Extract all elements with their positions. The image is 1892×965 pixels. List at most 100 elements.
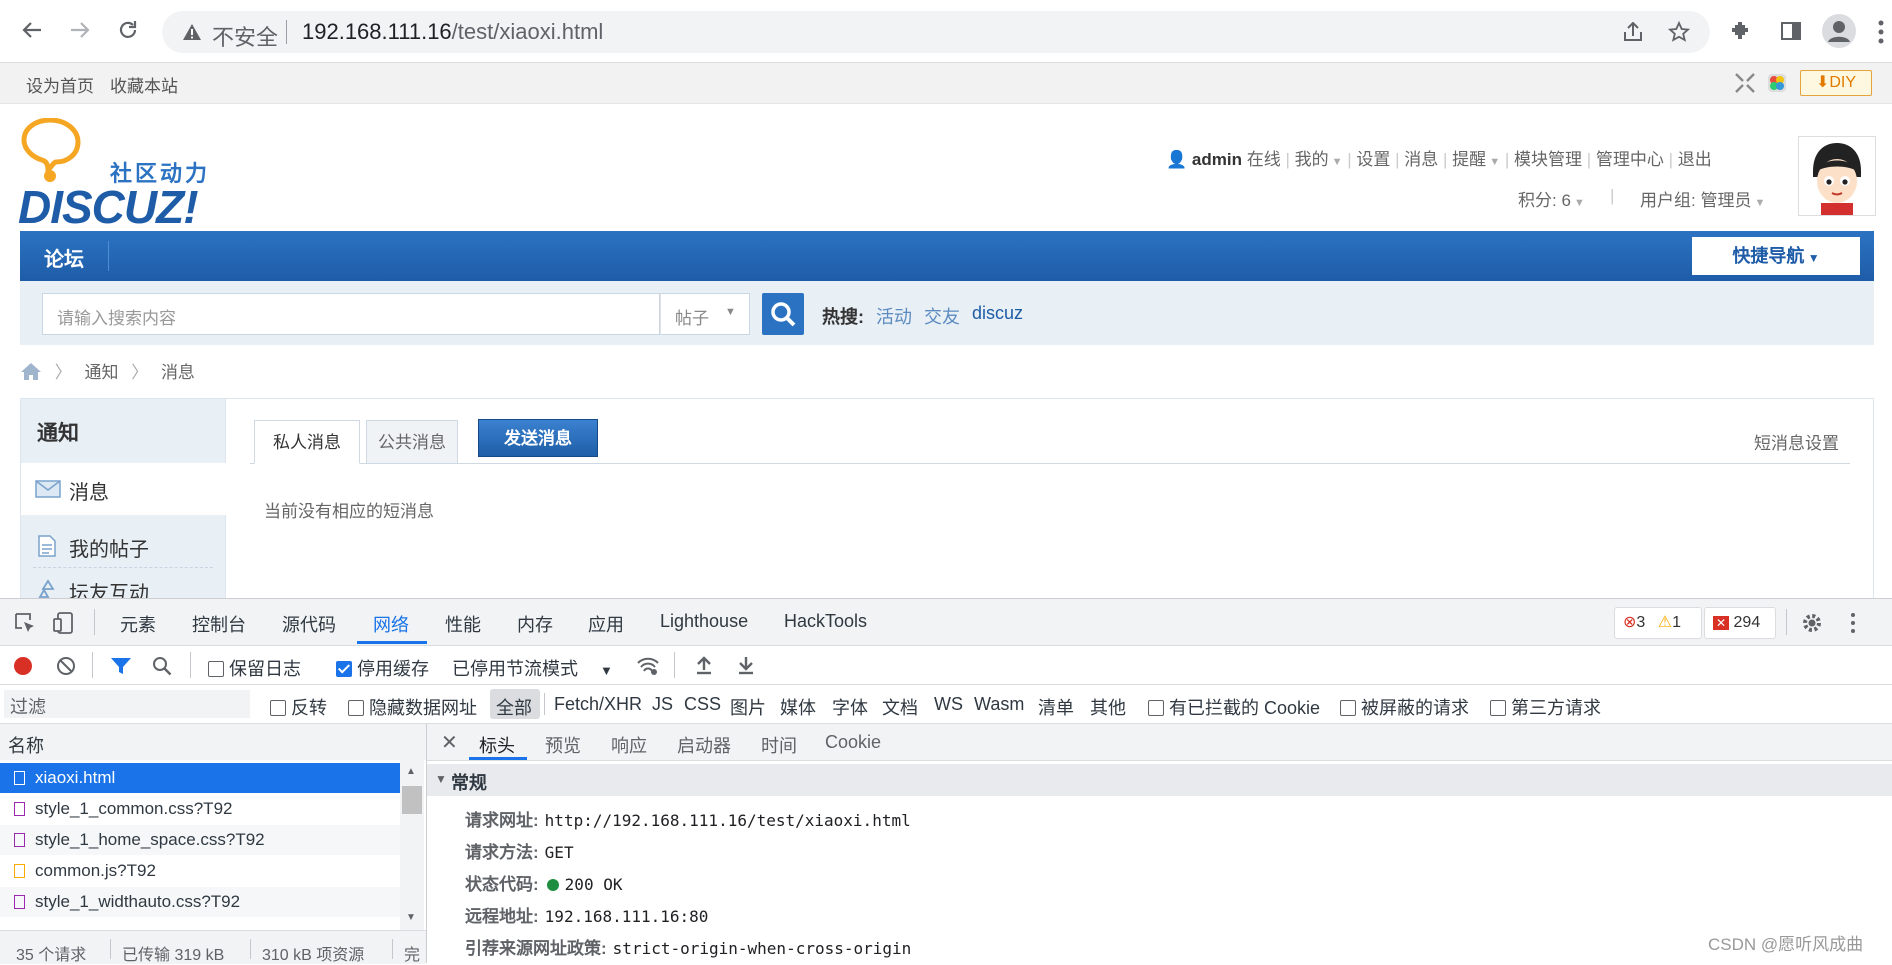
fullscreen-icon[interactable] xyxy=(1734,72,1756,94)
admin-center-link[interactable]: 管理中心 xyxy=(1596,150,1664,169)
extensions-icon[interactable] xyxy=(1730,20,1752,42)
third-party-checkbox[interactable]: 第三方请求 xyxy=(1490,694,1601,720)
more-vert-icon[interactable] xyxy=(1850,611,1856,635)
detail-tab-preview[interactable]: 预览 xyxy=(545,732,581,758)
tab-public-messages[interactable]: 公共消息 xyxy=(366,420,458,464)
sidepanel-icon[interactable] xyxy=(1780,20,1802,42)
request-row-selected[interactable]: xiaoxi.html xyxy=(0,763,400,793)
detail-tab-initiator[interactable]: 启动器 xyxy=(677,732,731,758)
send-message-button[interactable]: 发送消息 xyxy=(478,419,598,457)
type-filter-css[interactable]: CSS xyxy=(684,694,721,715)
blocked-requests-checkbox[interactable]: 被屏蔽的请求 xyxy=(1340,694,1469,720)
devtools-tab-elements[interactable]: 元素 xyxy=(120,611,156,637)
preserve-log-checkbox[interactable]: 保留日志 xyxy=(208,655,301,681)
detail-tab-response[interactable]: 响应 xyxy=(611,732,647,758)
messages-link[interactable]: 消息 xyxy=(1404,150,1438,169)
profile-avatar[interactable] xyxy=(1822,14,1856,48)
search-type-select[interactable]: 帖子 ▼ xyxy=(660,293,750,335)
set-home-link[interactable]: 设为首页 xyxy=(26,72,94,97)
close-icon[interactable]: ✕ xyxy=(441,730,458,755)
detail-tab-cookies[interactable]: Cookie xyxy=(825,732,881,753)
type-filter-manifest[interactable]: 清单 xyxy=(1038,694,1074,720)
my-menu[interactable]: 我的 xyxy=(1295,150,1329,169)
type-filter-font[interactable]: 字体 xyxy=(832,694,868,720)
type-filter-img[interactable]: 图片 xyxy=(730,694,766,720)
request-list-scrollbar[interactable]: ▲ ▼ xyxy=(400,760,424,930)
diy-button[interactable]: ⬇DIY xyxy=(1800,70,1872,96)
general-section-header[interactable]: ▼ 常规 xyxy=(427,764,1892,796)
type-filter-all[interactable]: 全部 xyxy=(496,694,532,720)
menu-button[interactable] xyxy=(1878,18,1884,46)
type-filter-media[interactable]: 媒体 xyxy=(780,694,816,720)
settings-link[interactable]: 设置 xyxy=(1356,150,1390,169)
search-icon[interactable] xyxy=(152,656,172,676)
bookmark-link[interactable]: 收藏本站 xyxy=(110,72,178,97)
search-input[interactable]: 请输入搜索内容 xyxy=(42,293,660,335)
crumb-notice[interactable]: 通知 xyxy=(84,363,118,382)
devtools-tab-application[interactable]: 应用 xyxy=(588,611,624,637)
devtools-tab-lighthouse[interactable]: Lighthouse xyxy=(660,611,748,632)
type-filter-xhr[interactable]: Fetch/XHR xyxy=(554,694,642,715)
import-har-icon[interactable] xyxy=(694,655,714,675)
tab-private-messages[interactable]: 私人消息 xyxy=(254,420,360,464)
usergroup-menu[interactable]: 用户组: 管理员 ▼ xyxy=(1640,186,1765,211)
disable-cache-checkbox[interactable]: 停用缓存 xyxy=(336,655,429,681)
type-filter-ws[interactable]: WS xyxy=(934,694,963,715)
invert-checkbox[interactable]: 反转 xyxy=(270,694,327,720)
hide-data-urls-checkbox[interactable]: 隐藏数据网址 xyxy=(348,694,477,720)
detail-tab-headers[interactable]: 标头 xyxy=(479,732,515,758)
type-filter-js[interactable]: JS xyxy=(652,694,673,715)
request-row[interactable]: style_1_common.css?T92 xyxy=(0,794,400,824)
module-admin-link[interactable]: 模块管理 xyxy=(1514,150,1582,169)
hot-term-link[interactable]: 交友 xyxy=(924,303,960,329)
request-row[interactable]: common.js?T92 xyxy=(0,856,400,886)
type-filter-wasm[interactable]: Wasm xyxy=(974,694,1024,715)
home-icon[interactable] xyxy=(20,361,42,381)
credits-menu[interactable]: 积分: 6 ▼ xyxy=(1518,186,1585,211)
sidebar-item-interaction[interactable]: 坛友互动 xyxy=(21,571,227,599)
scrollbar-thumb[interactable] xyxy=(402,786,422,814)
devtools-tab-memory[interactable]: 内存 xyxy=(517,611,553,637)
network-conditions-icon[interactable] xyxy=(636,655,660,677)
hot-term-link[interactable]: 活动 xyxy=(876,303,912,329)
request-row[interactable]: style_1_widthauto.css?T92 xyxy=(0,887,400,917)
share-icon[interactable] xyxy=(1622,22,1644,42)
search-button[interactable] xyxy=(762,293,804,335)
sidebar-item-my-threads[interactable]: 我的帖子 xyxy=(21,521,227,569)
back-button[interactable] xyxy=(12,10,52,50)
devtools-tab-sources[interactable]: 源代码 xyxy=(282,611,336,637)
devtools-tab-hacktools[interactable]: HackTools xyxy=(784,611,867,632)
reminders-link[interactable]: 提醒 xyxy=(1452,150,1486,169)
inspect-icon[interactable] xyxy=(14,612,36,634)
gear-icon[interactable] xyxy=(1800,611,1824,635)
site-logo[interactable]: 社区动力 DISCUZ! xyxy=(18,118,228,233)
reload-button[interactable] xyxy=(108,10,148,50)
sidebar-item-messages[interactable]: 消息 xyxy=(21,463,227,515)
devtools-tab-network[interactable]: 网络 xyxy=(373,611,409,637)
username-link[interactable]: admin xyxy=(1192,150,1242,169)
user-avatar[interactable] xyxy=(1798,136,1876,216)
type-filter-other[interactable]: 其他 xyxy=(1090,694,1126,720)
address-bar[interactable]: 不安全 192.168.111.16/test/xiaoxi.html xyxy=(162,11,1710,53)
devtools-tab-performance[interactable]: 性能 xyxy=(445,611,481,637)
record-icon[interactable] xyxy=(14,657,32,675)
detail-tab-timing[interactable]: 时间 xyxy=(761,732,797,758)
filter-icon[interactable] xyxy=(110,656,132,676)
forward-button[interactable] xyxy=(60,10,100,50)
export-har-icon[interactable] xyxy=(736,655,756,675)
message-settings-link[interactable]: 短消息设置 xyxy=(1754,429,1839,454)
devtools-tab-console[interactable]: 控制台 xyxy=(192,611,246,637)
color-palette-icon[interactable] xyxy=(1766,72,1788,94)
type-filter-doc[interactable]: 文档 xyxy=(882,694,918,720)
throttle-select[interactable]: 已停用节流模式 ▼ xyxy=(452,655,613,681)
logout-link[interactable]: 退出 xyxy=(1678,150,1712,169)
star-icon[interactable] xyxy=(1668,21,1690,43)
filter-input[interactable]: 过滤 xyxy=(4,690,250,718)
nav-forum[interactable]: 论坛 xyxy=(44,243,84,272)
clear-icon[interactable] xyxy=(56,656,76,676)
device-toggle-icon[interactable] xyxy=(52,611,76,635)
quick-nav-button[interactable]: 快捷导航 ▼ xyxy=(1692,237,1860,275)
blocked-cookies-checkbox[interactable]: 有已拦截的 Cookie xyxy=(1148,694,1320,720)
console-counts[interactable]: ⊗3 ⚠1 xyxy=(1614,607,1702,639)
request-row[interactable]: style_1_home_space.css?T92 xyxy=(0,825,400,855)
